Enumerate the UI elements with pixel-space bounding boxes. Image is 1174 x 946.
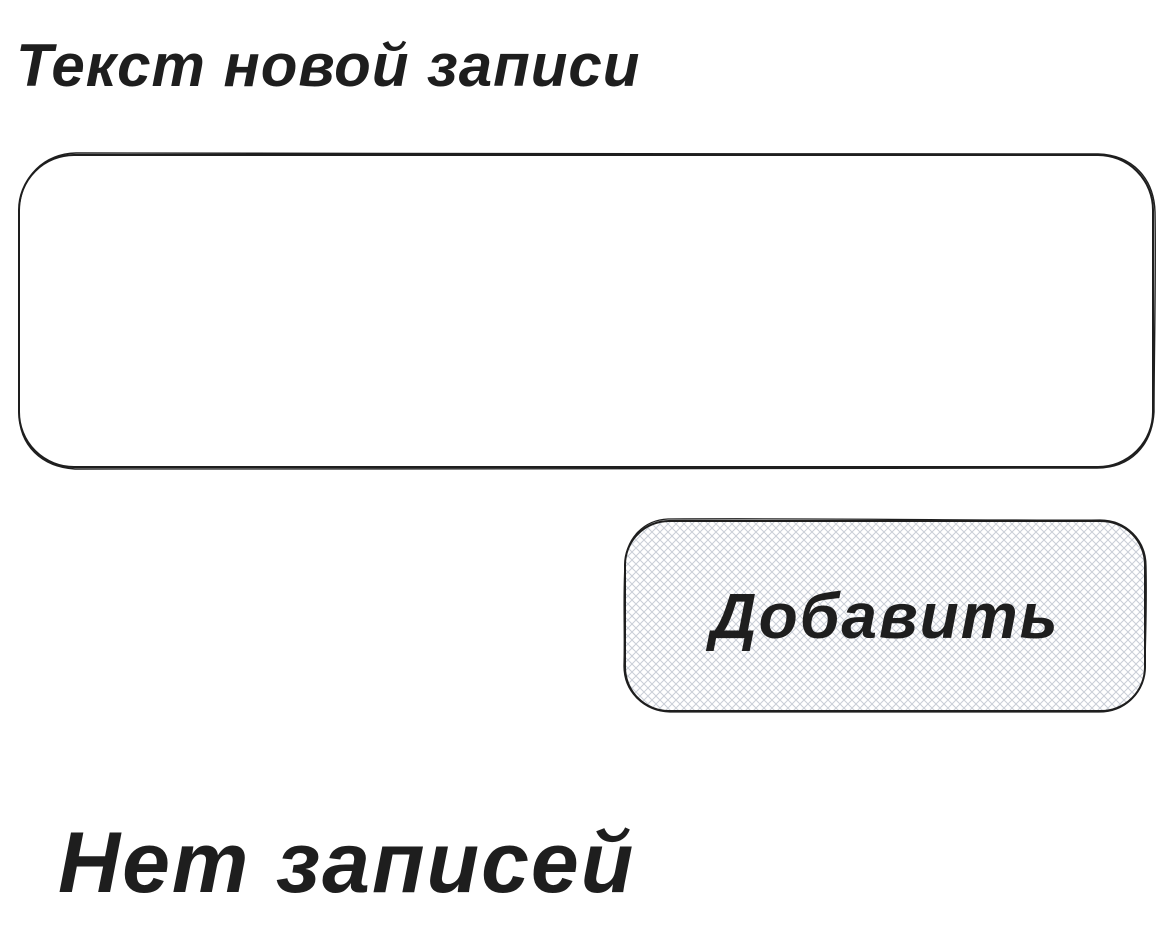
- new-entry-title: Текст новой записи: [16, 32, 641, 99]
- entry-text-input[interactable]: [28, 164, 1140, 456]
- empty-entries-message: Нет записей: [58, 815, 636, 911]
- add-button[interactable]: Добавить: [624, 519, 1146, 713]
- add-button-label: Добавить: [710, 580, 1060, 652]
- sketch-outlines: [18, 152, 1156, 713]
